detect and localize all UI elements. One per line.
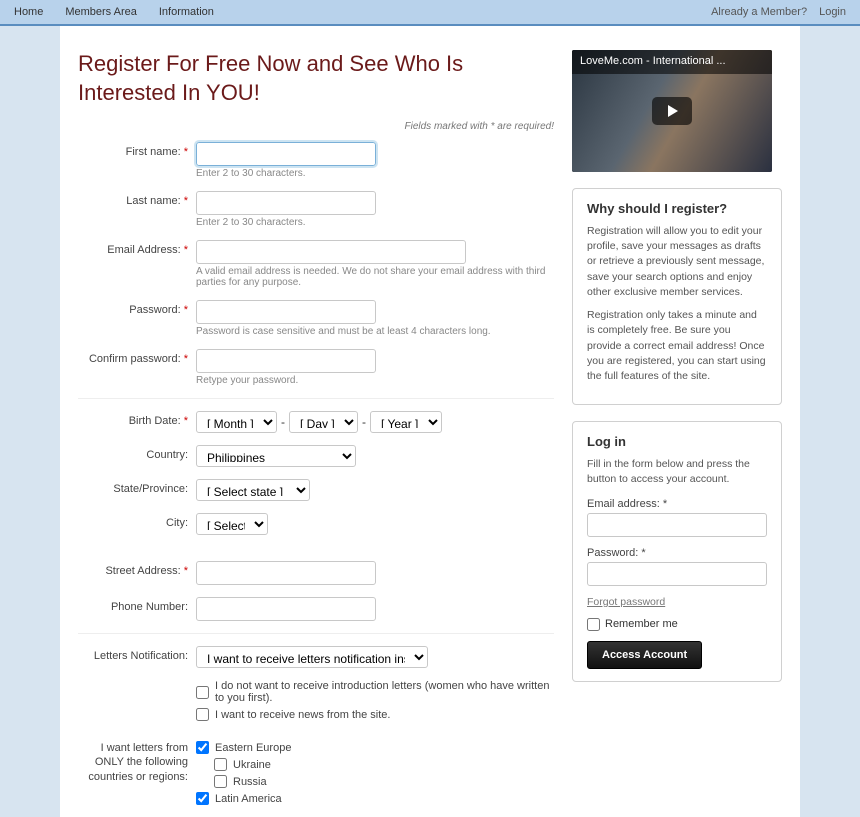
birth-year-select[interactable]: [ Year ]: [370, 411, 442, 433]
country-select[interactable]: Philippines: [196, 445, 356, 467]
password-hint: Password is case sensitive and must be a…: [196, 326, 554, 337]
access-account-button[interactable]: Access Account: [587, 641, 702, 669]
email-label: Email Address:: [107, 244, 180, 256]
country-label: Country:: [146, 449, 188, 461]
birth-day-select[interactable]: [ Day ]: [289, 411, 358, 433]
login-title: Log in: [587, 434, 767, 449]
login-email-input[interactable]: [587, 513, 767, 537]
birth-date-label: Birth Date:: [129, 415, 181, 427]
ukraine-label: Ukraine: [233, 759, 271, 771]
city-select[interactable]: [ Select city ]: [196, 513, 268, 535]
required-asterisk: *: [184, 244, 188, 256]
why-register-p1: Registration will allow you to edit your…: [587, 224, 767, 300]
letters-notif-select[interactable]: I want to receive letters notification i…: [196, 646, 428, 668]
first-name-input[interactable]: [196, 142, 376, 166]
eastern-europe-checkbox[interactable]: [196, 741, 209, 754]
page-title: Register For Free Now and See Who Is Int…: [78, 50, 554, 107]
state-select[interactable]: [ Select state ]: [196, 479, 310, 501]
password-label: Password:: [129, 304, 180, 316]
why-register-p2: Registration only takes a minute and is …: [587, 308, 767, 384]
nav-home[interactable]: Home: [14, 6, 43, 18]
news-checkbox[interactable]: [196, 708, 209, 721]
video-title: LoveMe.com - International ...: [572, 50, 772, 74]
why-register-panel: Why should I register? Registration will…: [572, 188, 782, 405]
login-panel: Log in Fill in the form below and press …: [572, 421, 782, 681]
letters-notif-label: Letters Notification:: [94, 650, 188, 662]
date-separator: -: [362, 415, 366, 429]
confirm-password-label: Confirm password:: [89, 353, 181, 365]
already-member-text: Already a Member?: [711, 6, 807, 18]
password-input[interactable]: [196, 300, 376, 324]
want-letters-label: I want letters from ONLY the following c…: [88, 742, 188, 783]
remember-me-checkbox[interactable]: [587, 618, 600, 631]
russia-label: Russia: [233, 776, 267, 788]
date-separator: -: [281, 415, 285, 429]
required-asterisk: *: [663, 498, 667, 510]
remember-me-label: Remember me: [605, 618, 678, 630]
ukraine-checkbox[interactable]: [214, 758, 227, 771]
required-asterisk: *: [184, 304, 188, 316]
video-player[interactable]: LoveMe.com - International ...: [572, 50, 772, 172]
login-subtitle: Fill in the form below and press the but…: [587, 457, 767, 487]
phone-input[interactable]: [196, 597, 376, 621]
why-register-title: Why should I register?: [587, 201, 767, 216]
confirm-hint: Retype your password.: [196, 375, 554, 386]
required-asterisk: *: [184, 565, 188, 577]
login-email-label: Email address:: [587, 498, 660, 510]
required-asterisk: *: [184, 415, 188, 427]
no-intro-checkbox[interactable]: [196, 686, 209, 699]
street-label: Street Address:: [105, 565, 180, 577]
confirm-password-input[interactable]: [196, 349, 376, 373]
top-nav: Home Members Area Information Already a …: [0, 0, 860, 26]
latin-america-label: Latin America: [215, 793, 282, 805]
eastern-europe-label: Eastern Europe: [215, 742, 291, 754]
required-asterisk: *: [184, 195, 188, 207]
last-name-input[interactable]: [196, 191, 376, 215]
last-name-hint: Enter 2 to 30 characters.: [196, 217, 554, 228]
email-hint: A valid email address is needed. We do n…: [196, 266, 554, 288]
required-asterisk: *: [184, 353, 188, 365]
nav-login[interactable]: Login: [819, 6, 846, 18]
street-input[interactable]: [196, 561, 376, 585]
required-asterisk: *: [641, 547, 645, 559]
login-password-label: Password:: [587, 547, 638, 559]
news-label: I want to receive news from the site.: [215, 709, 390, 721]
phone-label: Phone Number:: [111, 601, 188, 613]
login-password-input[interactable]: [587, 562, 767, 586]
required-asterisk: *: [184, 146, 188, 158]
nav-information[interactable]: Information: [159, 6, 214, 18]
email-input[interactable]: [196, 240, 466, 264]
required-note: Fields marked with * are required!: [78, 121, 554, 132]
no-intro-label: I do not want to receive introduction le…: [215, 680, 554, 704]
nav-members[interactable]: Members Area: [65, 6, 137, 18]
russia-checkbox[interactable]: [214, 775, 227, 788]
forgot-password-link[interactable]: Forgot password: [587, 596, 665, 608]
first-name-hint: Enter 2 to 30 characters.: [196, 168, 554, 179]
birth-month-select[interactable]: [ Month ]: [196, 411, 277, 433]
state-label: State/Province:: [113, 483, 188, 495]
last-name-label: Last name:: [126, 195, 180, 207]
play-icon[interactable]: [652, 97, 692, 125]
city-label: City:: [166, 517, 188, 529]
latin-america-checkbox[interactable]: [196, 792, 209, 805]
first-name-label: First name:: [126, 146, 181, 158]
